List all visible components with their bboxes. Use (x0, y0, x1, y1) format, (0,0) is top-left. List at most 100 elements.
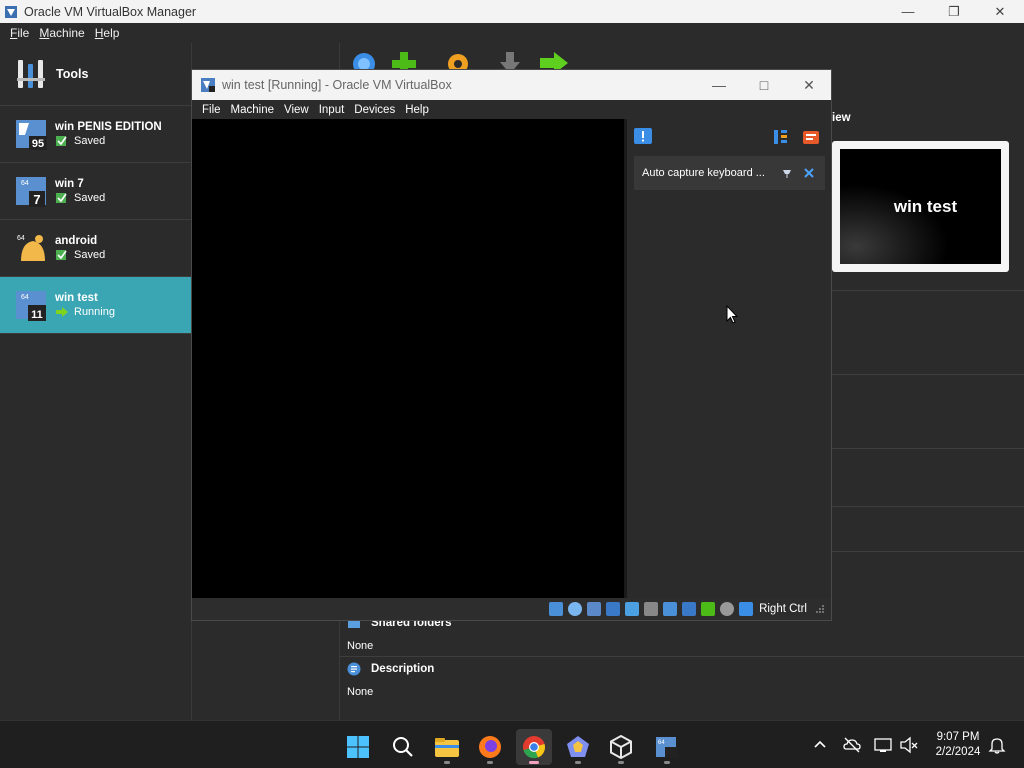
close-button[interactable]: ✕ (977, 0, 1023, 23)
cloud-offline-icon[interactable] (842, 735, 862, 755)
manager-title: Oracle VM VirtualBox Manager (24, 4, 197, 19)
file-explorer-icon (435, 738, 459, 757)
sort-icon[interactable] (771, 127, 791, 147)
maximize-button[interactable]: ❐ (931, 0, 977, 23)
vm-name: win 7 (55, 178, 84, 190)
vm-window: win test [Running] - Oracle VM VirtualBo… (191, 69, 832, 621)
description-header[interactable]: Description (347, 662, 434, 676)
svg-text:64: 64 (21, 180, 29, 187)
usb-icon[interactable] (625, 602, 640, 616)
vm-minimize-button[interactable]: — (696, 70, 742, 100)
vm-menu-file[interactable]: File (202, 104, 221, 116)
vm-name: win test (55, 292, 98, 304)
volume-muted-icon[interactable] (899, 735, 919, 755)
notification-bell-icon[interactable] (987, 735, 1007, 755)
windows-7-icon: 64 7 (16, 177, 46, 207)
section-divider (832, 374, 1024, 375)
manager-title-bar: Oracle VM VirtualBox Manager — ❐ ✕ (0, 0, 1024, 23)
start-button[interactable] (340, 729, 376, 765)
chrome-icon (523, 736, 545, 759)
svg-text:64: 64 (17, 235, 25, 242)
vm-state: Saved (74, 249, 106, 261)
vm-display[interactable] (192, 119, 624, 598)
cpu-icon[interactable] (701, 602, 716, 616)
system-clock[interactable]: 9:07 PM 2/2/2024 (928, 730, 988, 760)
preview-vm-name: win test (893, 196, 958, 216)
virtualbox-icon (5, 5, 17, 18)
running-indicator (575, 761, 581, 764)
taskbar: 64 9:07 PM 2/2/2024 (0, 720, 1024, 768)
manager-menu-bar: File Machine Help (0, 23, 1024, 43)
clock-time: 9:07 PM (936, 731, 980, 743)
svg-text:7: 7 (33, 192, 40, 207)
mouse-integration-icon[interactable] (720, 602, 735, 616)
vm-menu-devices[interactable]: Devices (354, 104, 395, 116)
vm-menu-view[interactable]: View (284, 104, 309, 116)
svg-text:64: 64 (21, 294, 29, 301)
virtualbox-taskbar-button[interactable] (603, 729, 639, 765)
preview-label: iew (832, 112, 851, 124)
audio-icon[interactable] (587, 602, 602, 616)
running-indicator (664, 761, 670, 764)
vm-item-win-penis-edition[interactable]: 95 win PENIS EDITION Saved (0, 106, 191, 163)
vm-window-title-bar: win test [Running] - Oracle VM VirtualBo… (192, 70, 831, 100)
vm-name: android (55, 235, 98, 247)
clear-notifications-icon[interactable] (801, 127, 821, 147)
windows-11-icon: 64 11 (16, 291, 46, 321)
vm-list-sidebar: Tools 95 win PENIS EDITION Saved 64 7 wi… (0, 43, 192, 720)
shared-folders-icon[interactable] (644, 602, 659, 616)
vm-menu-bar: File Machine View Input Devices Help (192, 100, 831, 119)
windows-95-icon: 95 (16, 120, 47, 150)
notification-center: Auto capture keyboard ... (624, 119, 831, 598)
saved-state-icon (56, 136, 67, 146)
pin-icon[interactable] (781, 167, 793, 179)
resize-grip-icon[interactable] (815, 604, 825, 614)
start-icon (347, 736, 369, 758)
chevron-up-icon[interactable] (810, 735, 830, 755)
svg-text:64: 64 (658, 740, 665, 746)
vm-menu-input[interactable]: Input (319, 104, 345, 116)
chrome-button[interactable] (516, 729, 552, 765)
host-key-label: Right Ctrl (759, 603, 807, 615)
video-capture-icon[interactable] (682, 602, 697, 616)
clock-date: 2/2/2024 (935, 746, 981, 758)
section-divider (832, 290, 1024, 291)
menu-file[interactable]: File (10, 26, 29, 40)
auto-capture-notice[interactable]: Auto capture keyboard ... (634, 156, 825, 190)
network-icon[interactable] (873, 735, 893, 755)
minimize-button[interactable]: — (885, 0, 931, 23)
vm-item-win-test[interactable]: 64 11 win test Running (0, 277, 191, 334)
keyboard-capture-icon[interactable] (739, 602, 754, 616)
optical-drive-icon[interactable] (568, 602, 583, 616)
shared-folders-value: None (347, 640, 374, 652)
vm-state: Saved (74, 135, 106, 147)
menu-machine[interactable]: Machine (39, 26, 84, 40)
description-label: Description (371, 663, 435, 675)
vm-close-button[interactable]: ✕ (786, 70, 832, 100)
file-explorer-button[interactable] (429, 729, 465, 765)
notification-icon[interactable] (633, 127, 653, 147)
display-icon[interactable] (663, 602, 678, 616)
vm-window-title: win test [Running] - Oracle VM VirtualBo… (222, 78, 452, 92)
vm-taskbar-button[interactable]: 64 (649, 729, 685, 765)
hard-disk-icon[interactable] (549, 602, 564, 616)
svg-text:95: 95 (32, 138, 44, 150)
vm-menu-help[interactable]: Help (405, 104, 429, 116)
vm-item-android[interactable]: 64 android Saved (0, 220, 191, 277)
firefox-icon (479, 736, 501, 758)
running-arrow-icon (56, 307, 68, 317)
pentagon-app-button[interactable] (560, 729, 596, 765)
tools-item[interactable]: Tools (0, 43, 191, 106)
vm-menu-machine[interactable]: Machine (231, 104, 274, 116)
vm-maximize-button[interactable]: □ (741, 70, 787, 100)
vm-icon: 64 (656, 737, 678, 758)
notice-text: Auto capture keyboard ... (642, 167, 765, 179)
vm-state: Running (74, 306, 115, 318)
taskbar-search-button[interactable] (385, 729, 421, 765)
section-divider (832, 448, 1024, 449)
network-icon[interactable] (606, 602, 621, 616)
firefox-button[interactable] (472, 729, 508, 765)
vm-item-win-7[interactable]: 64 7 win 7 Saved (0, 163, 191, 220)
close-notice-icon[interactable] (803, 167, 815, 179)
menu-help[interactable]: Help (95, 26, 120, 40)
